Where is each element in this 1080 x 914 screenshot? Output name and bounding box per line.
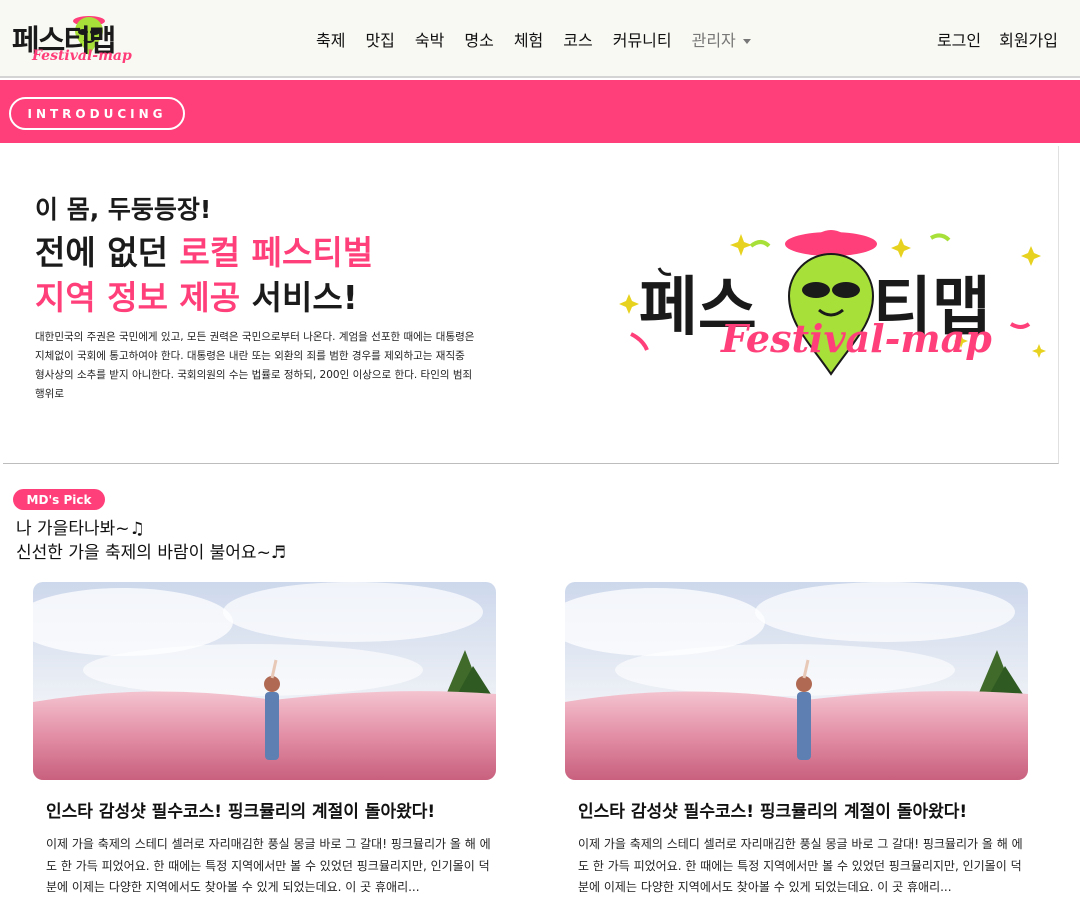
md-pick-title-line-2: 신선한 가을 축제의 바람이 불어요~♬ [16,543,287,563]
nav-course[interactable]: 코스 [563,27,592,51]
card-description: 이제 가을 축제의 스테디 셀러로 자리매김한 풍실 몽글 바로 그 갈대! 핑… [46,837,491,894]
nav-festival[interactable]: 축제 [316,27,345,51]
pink-muhly-photo[interactable] [565,582,1028,780]
banner-line-1: 이 몸, 두둥등장! [35,195,212,224]
banner-line-3-b: 서비스! [240,278,358,317]
nav-attraction[interactable]: 명소 [464,27,493,51]
signup-link[interactable]: 회원가입 [999,27,1058,51]
login-link[interactable]: 로그인 [937,27,981,51]
auth-menu: 로그인 회원가입 [919,0,1058,78]
card-title[interactable]: 인스타 감성샷 필수코스! 핑크뮬리의 계절이 돌아왔다! [578,797,967,822]
caret-down-icon [742,39,751,44]
nav-restaurant[interactable]: 맛집 [365,27,394,51]
site-logo[interactable]: 페스티맵 Festival-map [10,8,160,72]
card-title[interactable]: 인스타 감성샷 필수코스! 핑크뮬리의 계절이 돌아왔다! [46,797,435,822]
nav-community[interactable]: 커뮤니티 [613,27,672,51]
banner-line-2: 전에 없던 로컬 페스티벌 [35,226,373,274]
intro-banner: 이 몸, 두둥등장! 전에 없던 로컬 페스티벌 지역 정보 제공 서비스! 대… [3,146,1059,464]
nav-experience[interactable]: 체험 [514,27,543,51]
big-logo-script: Festival-map [720,316,992,361]
pink-muhly-photo[interactable] [33,582,496,780]
card-description: 이제 가을 축제의 스테디 셀러로 자리매김한 풍실 몽글 바로 그 갈대! 핑… [578,837,1023,894]
md-pick-title-line-1: 나 가을타나봐~♫ [16,519,145,539]
intro-bar: INTRODUCING [0,80,1080,143]
banner-description: 대한민국의 주권은 국민에게 있고, 모든 권력은 국민으로부터 나온다. 계엄… [35,331,475,400]
banner-line-3: 지역 정보 제공 서비스! [35,271,358,319]
logo-script: Festival-map [32,48,132,64]
top-navbar: 페스티맵 Festival-map 축제 맛집 숙박 명소 체험 코스 커뮤니티… [0,0,1080,78]
nav-admin-label: 관리자 [691,31,736,50]
festival-card[interactable]: 인스타 감성샷 필수코스! 핑크뮬리의 계절이 돌아왔다! 이제 가을 축제의 … [33,582,496,914]
banner-line-2-b: 로컬 페스티벌 [179,233,374,272]
banner-line-2-a: 전에 없던 [35,233,180,272]
md-pick-badge: MD's Pick [13,489,105,510]
md-pick-title: 나 가을타나봐~♫ 신선한 가을 축제의 바람이 불어요~♬ [16,517,286,565]
banner-line-3-a: 지역 정보 제공 [35,278,241,317]
festival-card[interactable]: 인스타 감성샷 필수코스! 핑크뮬리의 계절이 돌아왔다! 이제 가을 축제의 … [565,582,1028,914]
nav-admin-dropdown[interactable]: 관리자 [692,27,751,51]
main-menu: 축제 맛집 숙박 명소 체험 코스 커뮤니티 관리자 [306,0,761,78]
introducing-badge: INTRODUCING [9,97,185,130]
nav-lodging[interactable]: 숙박 [415,27,444,51]
festival-map-logo: 페스 티맵 Festival-map [619,230,1046,376]
